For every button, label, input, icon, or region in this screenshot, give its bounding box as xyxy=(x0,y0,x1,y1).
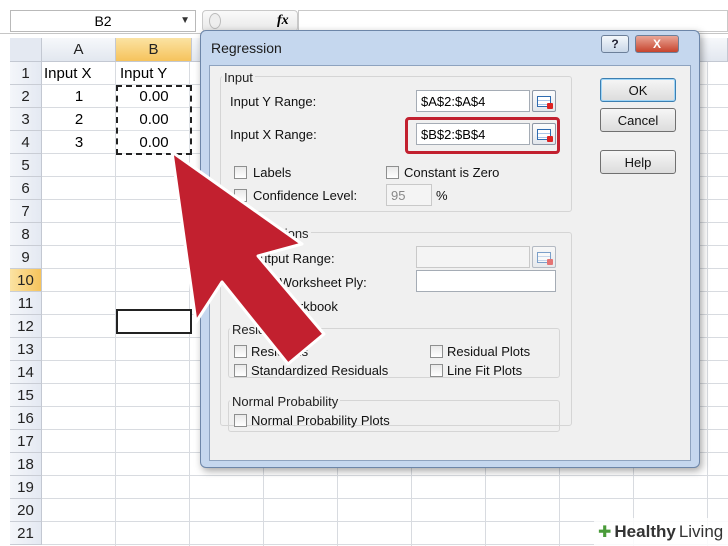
row-header-19[interactable]: 19 xyxy=(10,476,42,499)
confidence-field[interactable]: 95 xyxy=(386,184,432,206)
name-box-value: B2 xyxy=(94,13,112,29)
output-range-label[interactable]: Output Range: xyxy=(250,251,335,266)
ok-button[interactable]: OK xyxy=(600,78,676,102)
row-header-12[interactable]: 12 xyxy=(10,315,42,338)
watermark-brand-bold: Healthy xyxy=(614,522,676,541)
normal-probability-label[interactable]: Normal Probability Plots xyxy=(251,413,390,428)
regression-dialog: Regression ? X Input Input Y Range: $A$2… xyxy=(200,30,700,468)
output-range-field[interactable] xyxy=(416,246,530,268)
close-button[interactable]: X xyxy=(635,35,679,53)
input-x-highlight xyxy=(405,117,560,154)
input-y-label: Input Y Range: xyxy=(230,94,317,109)
cell-a2[interactable]: 1 xyxy=(42,85,116,108)
residuals-label[interactable]: Residuals xyxy=(251,344,308,359)
new-workbook-label[interactable]: New Workbook xyxy=(250,299,338,314)
cell-a4[interactable]: 3 xyxy=(42,131,116,154)
residuals-checkbox[interactable] xyxy=(234,345,247,358)
row-header-11[interactable]: 11 xyxy=(10,292,42,315)
cell-b2[interactable]: 0.00 xyxy=(116,85,192,108)
row-header-20[interactable]: 20 xyxy=(10,499,42,522)
constant-zero-checkbox[interactable] xyxy=(386,166,399,179)
standardized-residuals-label[interactable]: Standardized Residuals xyxy=(251,363,388,378)
labels-label[interactable]: Labels xyxy=(253,165,291,180)
line-fit-plots-checkbox[interactable] xyxy=(430,364,443,377)
percent-label: % xyxy=(436,188,448,203)
cell-b3[interactable]: 0.00 xyxy=(116,108,192,131)
new-ply-label[interactable]: New Worksheet Ply: xyxy=(250,275,367,290)
insert-function-icon[interactable]: fx xyxy=(277,13,289,29)
close-icon: X xyxy=(652,37,661,51)
row-header-10[interactable]: 10 xyxy=(10,269,42,292)
row-header-18[interactable]: 18 xyxy=(10,453,42,476)
row-header-16[interactable]: 16 xyxy=(10,407,42,430)
row-header-5[interactable]: 5 xyxy=(10,154,42,177)
input-x-label: Input X Range: xyxy=(230,127,317,142)
input-y-field[interactable]: $A$2:$A$4 xyxy=(416,90,530,112)
constant-zero-label[interactable]: Constant is Zero xyxy=(404,165,499,180)
range-picker-icon xyxy=(537,251,553,265)
residual-plots-label[interactable]: Residual Plots xyxy=(447,344,530,359)
range-picker-icon xyxy=(537,95,553,109)
confidence-label[interactable]: Confidence Level: xyxy=(253,188,357,203)
row-header-8[interactable]: 8 xyxy=(10,223,42,246)
row-header-3[interactable]: 3 xyxy=(10,108,42,131)
output-group-label: Output options xyxy=(222,226,311,241)
watermark: ✚ Healthy Living xyxy=(594,518,728,546)
residuals-group-label: Residuals xyxy=(230,322,292,337)
row-header-13[interactable]: 13 xyxy=(10,338,42,361)
normal-probability-checkbox[interactable] xyxy=(234,414,247,427)
chevron-down-icon[interactable]: ▼ xyxy=(180,15,190,26)
confidence-checkbox[interactable] xyxy=(234,189,247,202)
row-header-2[interactable]: 2 xyxy=(10,85,42,108)
row-header-14[interactable]: 14 xyxy=(10,361,42,384)
formula-controls: fx xyxy=(202,10,298,32)
row-header-1[interactable]: 1 xyxy=(10,62,42,85)
cell-b1[interactable]: Input Y xyxy=(120,62,192,85)
standardized-residuals-checkbox[interactable] xyxy=(234,364,247,377)
formula-options-icon[interactable] xyxy=(209,13,221,29)
residual-plots-checkbox[interactable] xyxy=(430,345,443,358)
help-title-button[interactable]: ? xyxy=(601,35,629,53)
cell-b4[interactable]: 0.00 xyxy=(116,131,192,154)
dialog-title: Regression xyxy=(211,40,282,56)
row-header-7[interactable]: 7 xyxy=(10,200,42,223)
watermark-brand-light: Living xyxy=(678,522,724,541)
row-header-9[interactable]: 9 xyxy=(10,246,42,269)
help-button[interactable]: Help xyxy=(600,150,676,174)
cancel-button[interactable]: Cancel xyxy=(600,108,676,132)
row-header-17[interactable]: 17 xyxy=(10,430,42,453)
question-icon: ? xyxy=(611,37,619,51)
row-header-15[interactable]: 15 xyxy=(10,384,42,407)
select-all-corner[interactable] xyxy=(10,38,42,62)
leaf-logo-icon: ✚ xyxy=(598,524,612,541)
output-range-collapse-button[interactable] xyxy=(532,246,556,268)
row-header-21[interactable]: 21 xyxy=(10,522,42,545)
line-fit-plots-label[interactable]: Line Fit Plots xyxy=(447,363,522,378)
input-y-collapse-button[interactable] xyxy=(532,90,556,112)
row-header-6[interactable]: 6 xyxy=(10,177,42,200)
active-cell-b10[interactable] xyxy=(116,309,192,334)
normal-probability-group-label: Normal Probability xyxy=(230,394,341,409)
formula-input[interactable] xyxy=(298,10,728,32)
column-header-b[interactable]: B xyxy=(116,38,192,62)
column-header-a[interactable]: A xyxy=(42,38,116,62)
cell-a1[interactable]: Input X xyxy=(44,62,116,85)
input-group-label: Input xyxy=(222,70,255,85)
cell-a3[interactable]: 2 xyxy=(42,108,116,131)
new-ply-field[interactable] xyxy=(416,270,556,292)
name-box[interactable]: B2 ▼ xyxy=(10,10,196,32)
labels-checkbox[interactable] xyxy=(234,166,247,179)
row-header-4[interactable]: 4 xyxy=(10,131,42,154)
